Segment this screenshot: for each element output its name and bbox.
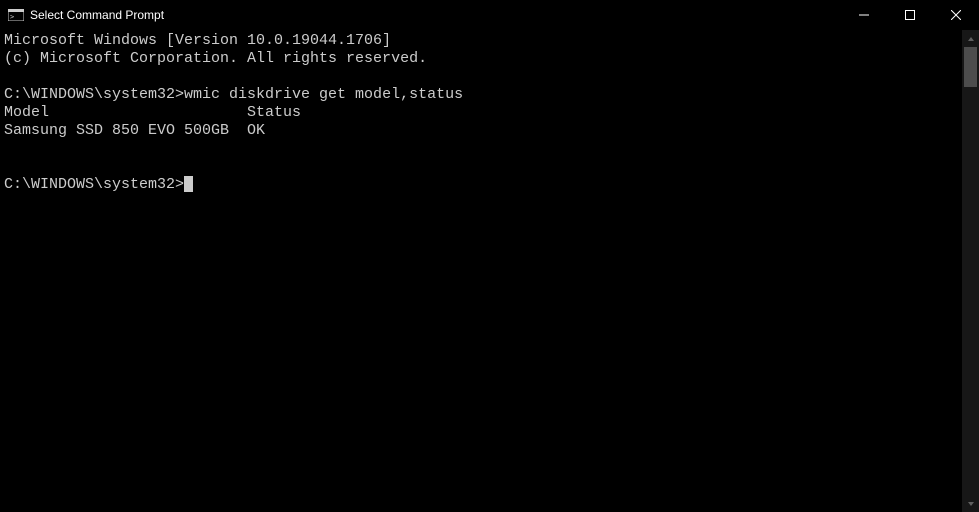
command-prompt-window: >_ Select Command Prompt Microsoft Windo… bbox=[0, 0, 979, 512]
scroll-down-button[interactable] bbox=[962, 495, 979, 512]
command-text: wmic diskdrive get model,status bbox=[184, 86, 463, 103]
chevron-up-icon bbox=[967, 35, 975, 43]
svg-text:>_: >_ bbox=[10, 13, 19, 21]
minimize-button[interactable] bbox=[841, 0, 887, 30]
minimize-icon bbox=[859, 10, 869, 20]
text-cursor bbox=[184, 176, 193, 192]
window-title: Select Command Prompt bbox=[30, 8, 164, 22]
prompt-text: C:\WINDOWS\system32> bbox=[4, 176, 184, 193]
chevron-down-icon bbox=[967, 500, 975, 508]
maximize-button[interactable] bbox=[887, 0, 933, 30]
prompt-text: C:\WINDOWS\system32> bbox=[4, 86, 184, 103]
vertical-scrollbar[interactable] bbox=[962, 30, 979, 512]
terminal-output[interactable]: Microsoft Windows [Version 10.0.19044.17… bbox=[0, 30, 962, 512]
output-header: Model Status bbox=[4, 104, 301, 121]
maximize-icon bbox=[905, 10, 915, 20]
scroll-thumb[interactable] bbox=[964, 47, 977, 87]
scroll-up-button[interactable] bbox=[962, 30, 979, 47]
titlebar[interactable]: >_ Select Command Prompt bbox=[0, 0, 979, 30]
scroll-track[interactable] bbox=[962, 47, 979, 495]
close-button[interactable] bbox=[933, 0, 979, 30]
banner-line: Microsoft Windows [Version 10.0.19044.17… bbox=[4, 32, 391, 49]
close-icon bbox=[951, 10, 961, 20]
output-row: Samsung SSD 850 EVO 500GB OK bbox=[4, 122, 265, 139]
client-area: Microsoft Windows [Version 10.0.19044.17… bbox=[0, 30, 979, 512]
banner-line: (c) Microsoft Corporation. All rights re… bbox=[4, 50, 427, 67]
cmd-icon: >_ bbox=[8, 7, 24, 23]
